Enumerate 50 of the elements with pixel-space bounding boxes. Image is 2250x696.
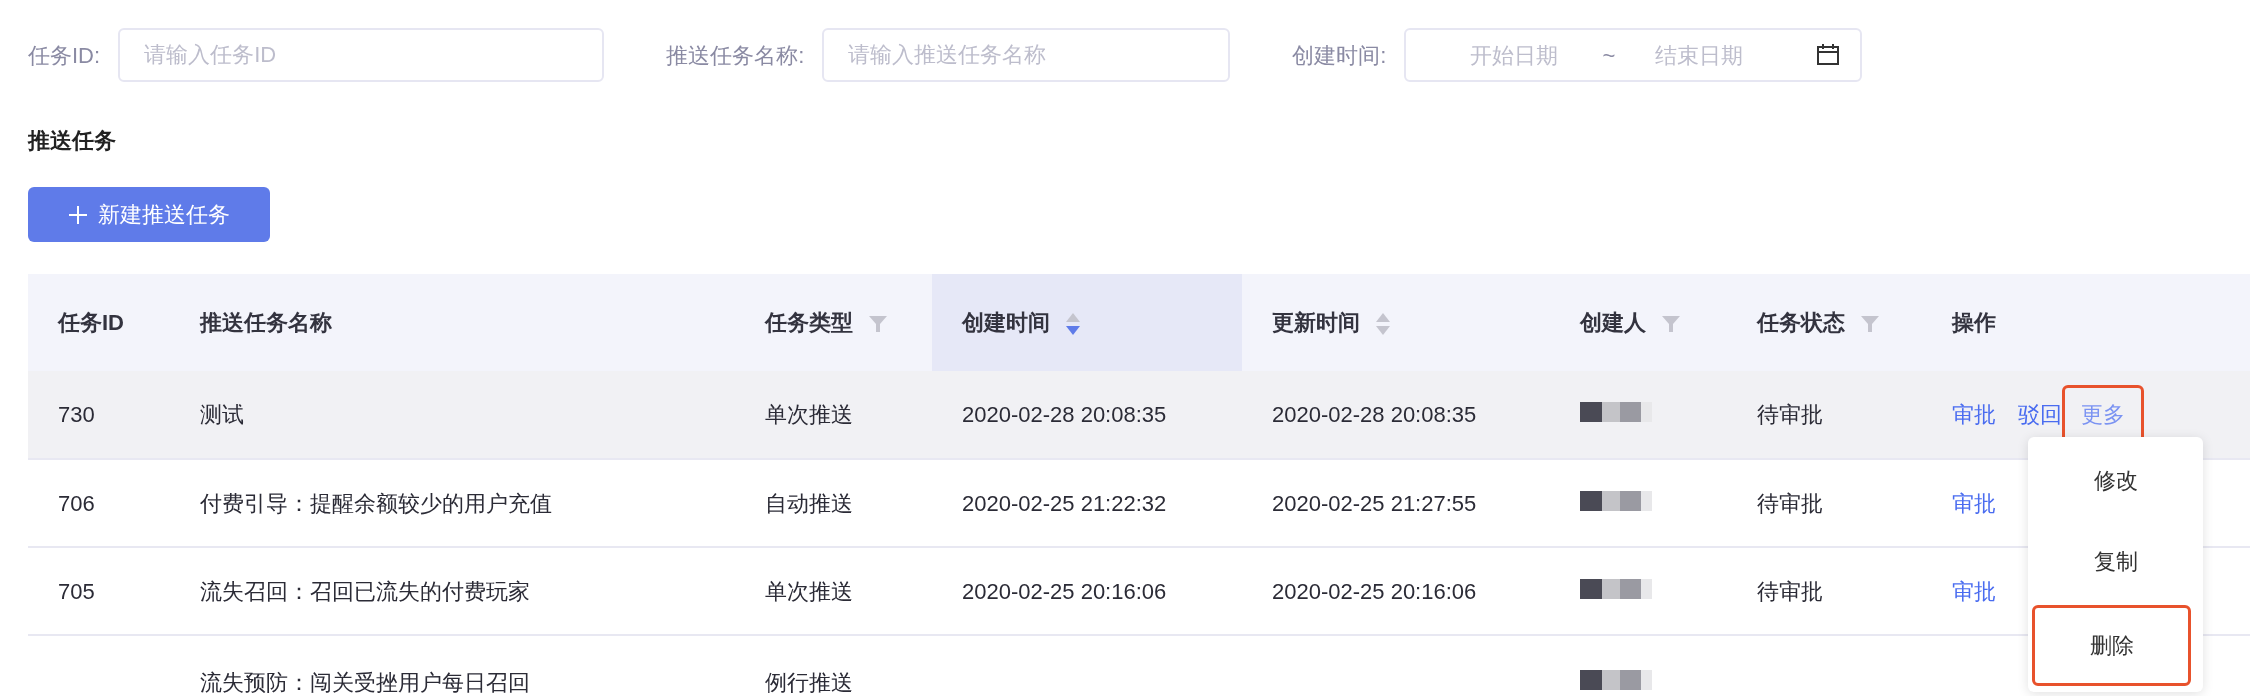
table-cell: 待审批: [1757, 402, 1823, 427]
table-cell: 730: [58, 402, 95, 427]
menu-item[interactable]: 删除: [2032, 605, 2191, 686]
table-cell: 705: [58, 578, 95, 604]
table-cell: 2020-02-25 20:16:06: [962, 578, 1167, 604]
column-header: 操作: [1922, 274, 2250, 371]
input-field[interactable]: 请输入任务ID: [118, 28, 605, 82]
table-cell: 2020-02-28 20:08:35: [962, 402, 1167, 427]
filter-label: 创建时间:: [1292, 41, 1387, 70]
action-link[interactable]: 审批: [1952, 486, 1996, 520]
section-title: 推送任务: [28, 127, 117, 155]
column-header: 创建时间: [932, 274, 1242, 371]
action-link[interactable]: 审批: [1952, 398, 1996, 431]
filter-label: 任务ID:: [28, 41, 101, 70]
column-header[interactable]: 任务状态: [1727, 274, 1922, 371]
column-header[interactable]: 创建人: [1550, 274, 1727, 371]
column-header: 更新时间: [1242, 274, 1550, 371]
table-cell: 付费引导：提醒余额较少的用户充值: [200, 490, 552, 516]
calendar-icon: [1816, 43, 1841, 67]
table-cell: 流失预防：闯关受挫用户每日召回: [200, 670, 530, 695]
date-range-field[interactable]: 开始日期 ~ 结束日期: [1404, 28, 1863, 82]
table-cell: 例行推送: [765, 670, 853, 695]
table-cell: 706: [58, 490, 95, 516]
table-cell: 2020-02-25 21:27:55: [1272, 490, 1477, 516]
sort-icon[interactable]: [1066, 313, 1080, 336]
menu-item[interactable]: 复制: [2028, 524, 2203, 605]
column-header: 任务ID: [28, 274, 170, 371]
table-cell: 测试: [200, 402, 244, 427]
table-cell: 流失召回：召回已流失的付费玩家: [200, 578, 530, 604]
filter-icon[interactable]: [1861, 316, 1879, 333]
table-cell: 2020-02-28 20:08:35: [1272, 402, 1477, 427]
action-link[interactable]: 审批: [1952, 574, 1996, 608]
new-task-button[interactable]: 新建推送任务: [28, 187, 270, 242]
table-cell: 2020-02-25 21:22:32: [962, 490, 1167, 516]
column-header[interactable]: 任务类型: [735, 274, 932, 371]
table-cell: 单次推送: [765, 578, 853, 604]
filter-icon[interactable]: [869, 316, 887, 333]
table-cell: 待审批: [1757, 578, 1823, 604]
sort-icon[interactable]: [1376, 313, 1390, 336]
action-link[interactable]: 驳回: [2018, 398, 2062, 431]
table-cell: 2020-02-25 20:16:06: [1272, 578, 1477, 604]
menu-item[interactable]: 修改: [2028, 443, 2203, 524]
filter-label: 推送任务名称:: [666, 41, 805, 70]
plus-icon: [68, 204, 88, 225]
input-field[interactable]: 请输入推送任务名称: [822, 28, 1231, 82]
table-cell: 待审批: [1757, 490, 1823, 516]
column-header: 推送任务名称: [170, 274, 735, 371]
table-cell: 自动推送: [765, 490, 853, 516]
table-cell: 单次推送: [765, 402, 853, 427]
filter-icon[interactable]: [1662, 316, 1680, 333]
